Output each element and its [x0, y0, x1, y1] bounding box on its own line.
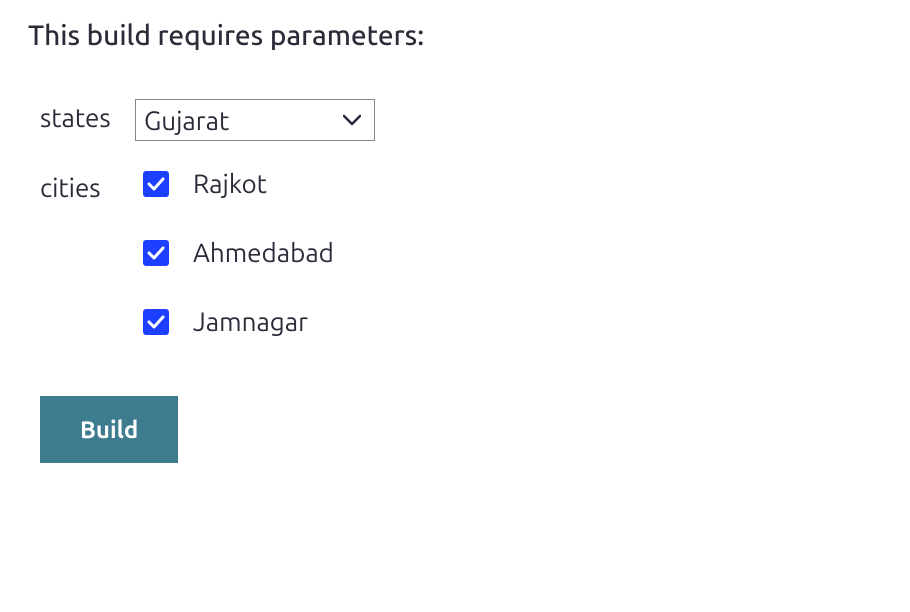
states-parameter-row: states Gujarat [40, 99, 882, 141]
city-checkbox-rajkot[interactable] [143, 171, 169, 197]
build-button[interactable]: Build [40, 396, 178, 463]
states-select-wrap: Gujarat [135, 99, 375, 141]
city-label: Ahmedabad [193, 238, 334, 267]
check-icon [147, 315, 165, 329]
city-checkbox-jamnagar[interactable] [143, 309, 169, 335]
cities-checkbox-list: Rajkot Ahmedabad Jamnagar [135, 169, 334, 336]
city-checkbox-ahmedabad[interactable] [143, 240, 169, 266]
city-label: Rajkot [193, 169, 267, 198]
cities-parameter-row: cities Rajkot Ahmedabad Jamnagar [40, 169, 882, 336]
city-checkbox-row: Rajkot [143, 169, 334, 198]
city-checkbox-row: Jamnagar [143, 307, 334, 336]
states-label: states [40, 99, 135, 132]
check-icon [147, 177, 165, 191]
city-label: Jamnagar [193, 307, 308, 336]
city-checkbox-row: Ahmedabad [143, 238, 334, 267]
cities-label: cities [40, 169, 135, 202]
states-select[interactable]: Gujarat [135, 99, 375, 141]
check-icon [147, 246, 165, 260]
page-heading: This build requires parameters: [28, 20, 882, 51]
